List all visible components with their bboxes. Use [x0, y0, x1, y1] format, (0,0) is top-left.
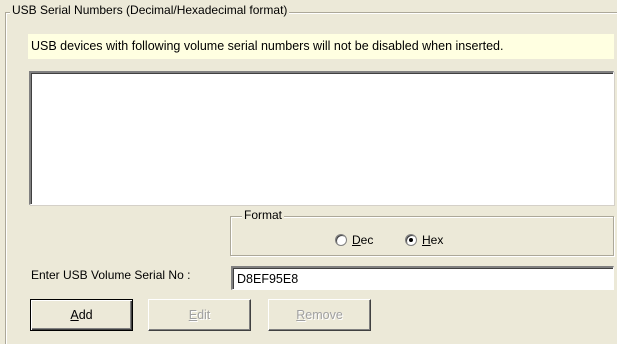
serial-number-list[interactable]: [29, 71, 614, 205]
remove-button-label: Remove: [296, 308, 343, 322]
groupbox-title: USB Serial Numbers (Decimal/Hexadecimal …: [10, 3, 290, 18]
radio-hex[interactable]: Hex: [405, 232, 443, 248]
add-button[interactable]: Add: [30, 299, 133, 331]
edit-button-label: Edit: [188, 308, 211, 322]
radio-hex-circle[interactable]: [405, 234, 417, 246]
serial-input-label: Enter USB Volume Serial No :: [31, 268, 191, 282]
info-text: USB devices with following volume serial…: [31, 39, 504, 53]
radio-selected-dot: [409, 238, 413, 242]
edit-button[interactable]: Edit: [148, 299, 251, 331]
radio-dec-label: Dec: [352, 233, 374, 247]
usb-serial-panel: USB Serial Numbers (Decimal/Hexadecimal …: [0, 0, 617, 344]
remove-button[interactable]: Remove: [268, 299, 371, 331]
serial-number-input[interactable]: [231, 266, 614, 290]
add-button-label: Add: [70, 308, 93, 322]
radio-dec[interactable]: Dec: [335, 232, 373, 248]
radio-dec-circle[interactable]: [335, 234, 347, 246]
format-title: Format: [242, 208, 285, 223]
radio-hex-label: Hex: [422, 233, 444, 247]
